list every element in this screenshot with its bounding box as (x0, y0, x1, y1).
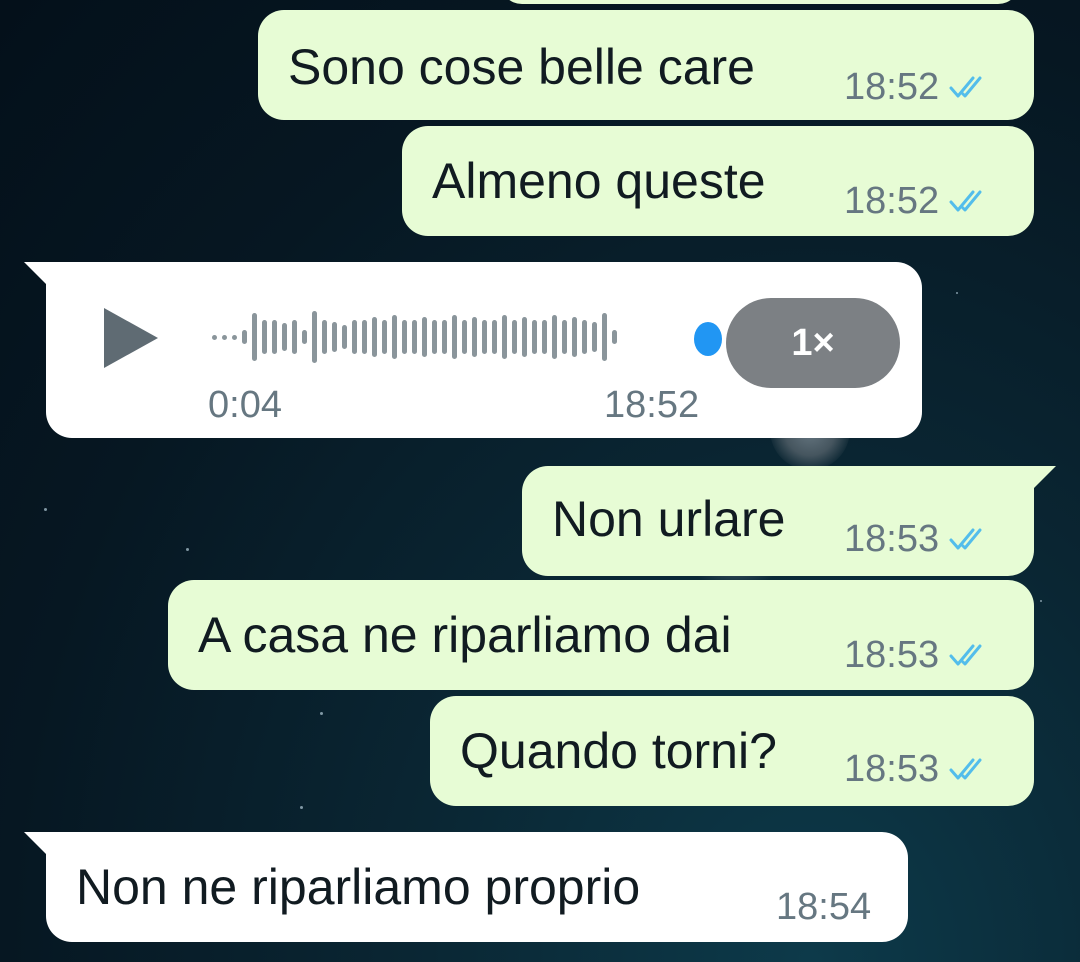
message-bubble-outgoing[interactable]: Sono cose belle care 18:52 (258, 10, 1034, 120)
bubble-tail (1034, 466, 1056, 488)
message-text: Almeno queste (432, 153, 766, 209)
bubble-tail (24, 262, 46, 284)
play-icon[interactable] (104, 308, 158, 368)
message-bubble-partial (500, 0, 1020, 4)
message-time: 18:53 (844, 634, 940, 676)
playback-speed-button[interactable]: 1× (726, 298, 900, 388)
message-time: 18:52 (844, 180, 940, 222)
message-meta: 18:53 (844, 520, 989, 558)
message-meta: 18:53 (844, 636, 989, 674)
message-bubble-outgoing[interactable]: Non urlare 18:53 (522, 466, 1034, 576)
double-check-icon (949, 76, 982, 98)
voice-waveform[interactable] (212, 306, 617, 368)
bubble-tail (24, 832, 46, 854)
message-meta: 18:52 (844, 68, 989, 106)
message-time: 18:52 (604, 384, 700, 426)
message-bubble-outgoing[interactable]: A casa ne riparliamo dai 18:53 (168, 580, 1034, 690)
message-meta: 18:53 (844, 750, 989, 788)
message-meta: 18:52 (844, 182, 989, 220)
double-check-icon (949, 758, 982, 780)
double-check-icon (949, 644, 982, 666)
double-check-icon (949, 190, 982, 212)
message-time: 18:53 (844, 748, 940, 790)
message-text: A casa ne riparliamo dai (198, 607, 732, 663)
message-text: Sono cose belle care (288, 39, 755, 95)
message-text: Quando torni? (460, 723, 777, 779)
double-check-icon (949, 528, 982, 550)
voice-progress-handle[interactable] (694, 322, 722, 356)
message-time: 18:54 (776, 886, 872, 928)
message-time: 18:52 (844, 66, 940, 108)
message-meta: 18:54 (776, 888, 871, 926)
message-time: 18:53 (844, 518, 940, 560)
message-bubble-incoming[interactable]: Non ne riparliamo proprio 18:54 (46, 832, 908, 942)
voice-duration: 0:04 (208, 384, 282, 426)
message-text: Non ne riparliamo proprio (76, 859, 641, 915)
message-text: Non urlare (552, 491, 786, 547)
message-bubble-outgoing[interactable]: Almeno queste 18:52 (402, 126, 1034, 236)
message-bubble-outgoing[interactable]: Quando torni? 18:53 (430, 696, 1034, 806)
